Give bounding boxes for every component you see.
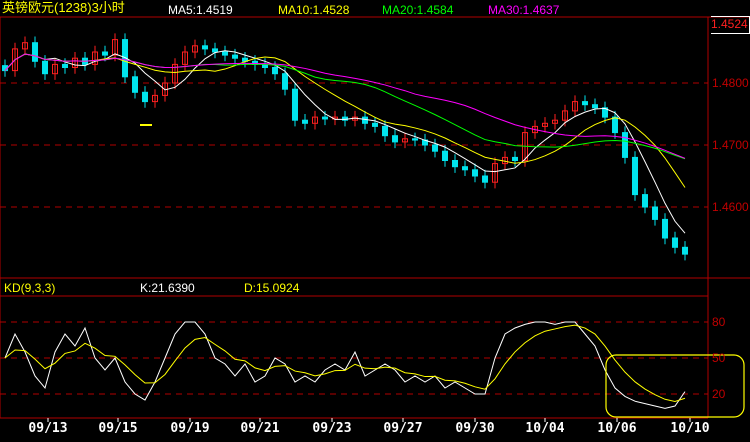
candle-down — [632, 156, 638, 196]
candle-down — [42, 60, 48, 75]
candle-down — [282, 73, 288, 90]
candle-down — [142, 91, 148, 103]
chart-canvas — [0, 16, 750, 422]
d-line — [4, 324, 686, 403]
candle-down — [232, 54, 238, 59]
date-label: 10/06 — [597, 421, 637, 436]
date-label: 09/15 — [98, 421, 138, 436]
candle-down — [32, 42, 38, 62]
candle-down — [472, 169, 478, 177]
kd-tick: 80 — [712, 315, 726, 329]
candle-down — [682, 246, 688, 255]
price-tick: 1.4700 — [712, 138, 749, 152]
candle-down — [102, 51, 108, 56]
candle-down — [622, 132, 628, 158]
kd-tick: 50 — [712, 351, 726, 365]
candle-down — [672, 237, 678, 248]
k-line — [4, 321, 686, 409]
candle-down — [362, 116, 368, 124]
ma20-label: MA20:1.4584 — [382, 3, 454, 17]
candle-down — [392, 135, 398, 143]
candle-down — [612, 116, 618, 134]
ma20-line — [4, 53, 686, 160]
candle-down — [382, 125, 388, 137]
date-label: 09/13 — [28, 421, 68, 436]
candle-down — [412, 138, 418, 141]
k-value: K:21.6390 — [140, 281, 195, 295]
d-value: D:15.0924 — [244, 281, 300, 295]
candle-down — [322, 116, 328, 120]
chart-title: 英镑欧元(1238)3小时 — [2, 0, 125, 15]
candlesticks — [2, 33, 688, 261]
candle-down — [652, 206, 658, 220]
ma30-line — [4, 53, 686, 159]
date-label: 09/23 — [312, 421, 352, 436]
kd-tick: 20 — [712, 387, 726, 401]
ma10-label: MA10:1.4528 — [278, 3, 350, 17]
price-tick: 1.4800 — [712, 76, 749, 90]
ma5-line — [4, 50, 686, 234]
candle-down — [292, 88, 298, 121]
date-label: 09/30 — [455, 421, 495, 436]
candle-down — [302, 119, 308, 124]
candle-down — [212, 48, 218, 53]
kd-lines — [4, 321, 686, 409]
candle-down — [442, 150, 448, 161]
date-label: 09/21 — [240, 421, 280, 436]
candle-down — [432, 144, 438, 152]
price-tick: 1.4600 — [712, 200, 749, 214]
candle-down — [512, 156, 518, 161]
date-label: 09/19 — [170, 421, 210, 436]
date-label: 09/27 — [383, 421, 423, 436]
last-price-label: 1.4524 — [711, 16, 750, 34]
ma5-label: MA5:1.4519 — [168, 3, 233, 17]
date-label: 10/04 — [525, 421, 565, 436]
candle-down — [592, 104, 598, 109]
candle-down — [222, 51, 228, 56]
candle-down — [272, 67, 278, 75]
candle-down — [62, 63, 68, 69]
candle-down — [662, 218, 668, 239]
candle-down — [482, 175, 488, 183]
candle-down — [132, 76, 138, 93]
ma30-label: MA30:1.4637 — [488, 3, 560, 17]
candle-down — [452, 160, 458, 168]
kd-title: KD(9,3,3) — [4, 281, 56, 295]
candle-down — [372, 122, 378, 127]
candle-down — [462, 166, 468, 171]
candle-down — [582, 101, 588, 106]
date-label: 10/10 — [670, 421, 710, 436]
candle-down — [202, 45, 208, 50]
moving-averages — [4, 50, 686, 234]
candle-down — [642, 194, 648, 208]
